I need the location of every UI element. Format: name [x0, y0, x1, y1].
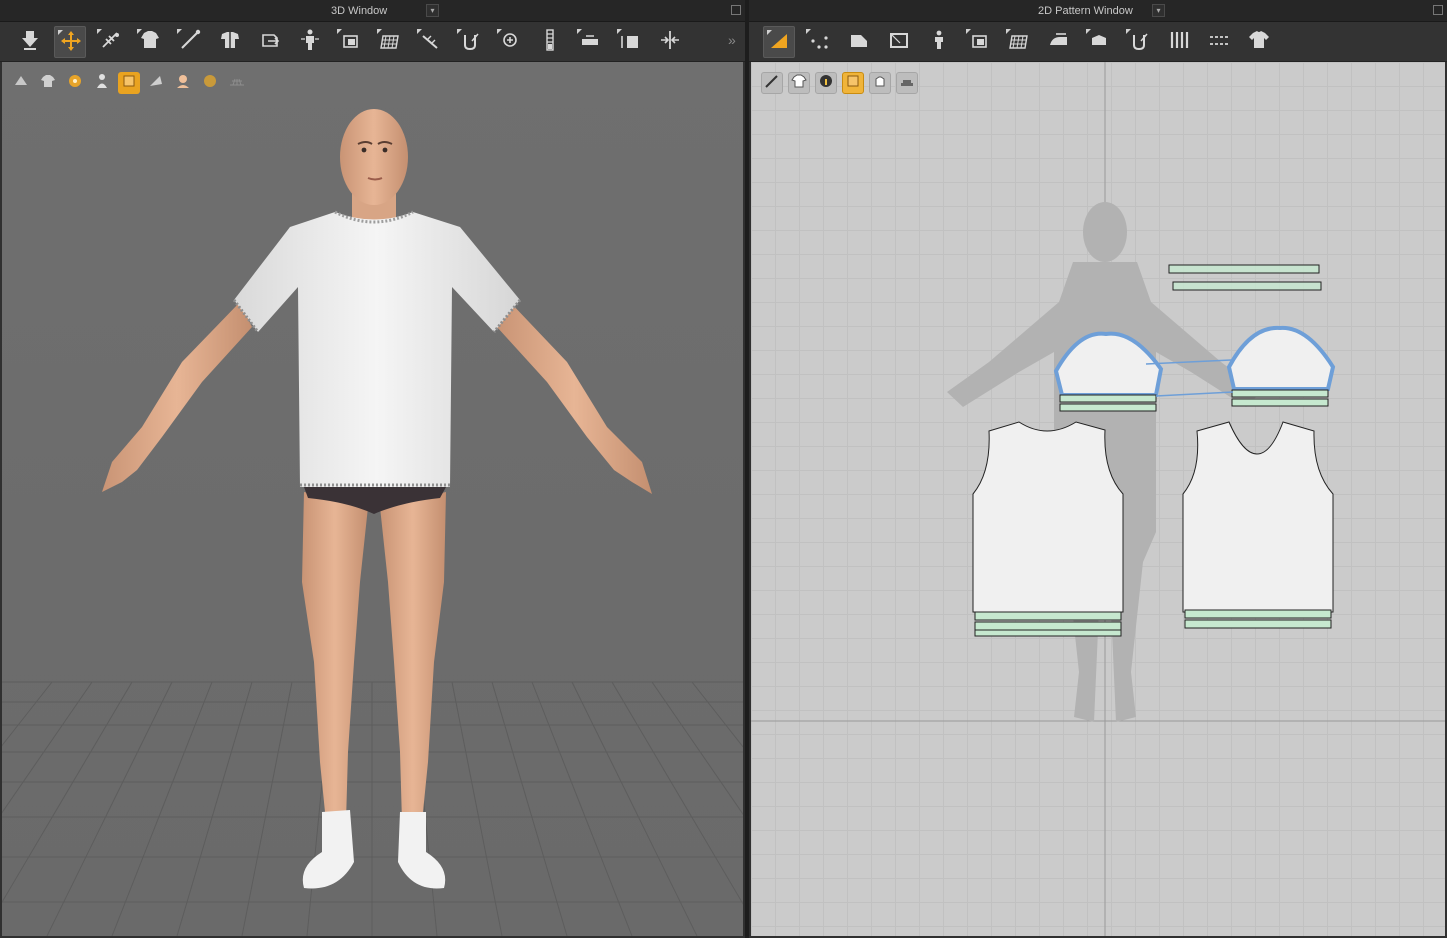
rectangle-icon [886, 27, 912, 58]
edit-points-button[interactable] [803, 26, 835, 58]
segment-sewing-button[interactable] [1083, 26, 1115, 58]
buttonhole-button[interactable] [614, 26, 646, 58]
2d-window-titlebar: 2D Pattern Window ▾ [749, 0, 1447, 22]
button-tool-button[interactable] [574, 26, 606, 58]
layer-order-button[interactable] [896, 72, 918, 94]
lighting-icon [200, 71, 220, 96]
info-icon [816, 71, 836, 96]
avatar-arrangement-icon [297, 27, 323, 58]
pattern-info-button[interactable] [815, 72, 837, 94]
zipper-icon [537, 27, 563, 58]
avatar-view-button[interactable] [10, 72, 32, 94]
arrangement-points-button[interactable] [294, 26, 326, 58]
clo-app: 3D Window ▾ » 2D Pattern Window ▾ [0, 0, 1447, 938]
fit-to-avatar-button[interactable] [334, 26, 366, 58]
avatar-view-icon [11, 71, 31, 96]
grid-pattern-2d-button[interactable] [1003, 26, 1035, 58]
chevron-down-icon[interactable]: ▾ [1152, 4, 1165, 17]
detach-window-icon[interactable] [1433, 5, 1443, 15]
3d-window-title: 3D Window [331, 5, 388, 17]
floor-toggle-button[interactable] [226, 72, 248, 94]
layer-stack-icon [897, 71, 917, 96]
polygon-icon [846, 27, 872, 58]
polygon-button[interactable] [843, 26, 875, 58]
3d-scene [2, 62, 743, 936]
3d-window-titlebar: 3D Window ▾ [0, 0, 745, 22]
2d-pattern-canvas[interactable] [751, 62, 1445, 936]
select-move-button[interactable] [54, 26, 86, 58]
select-mesh-button[interactable] [94, 26, 126, 58]
skin-display-icon [173, 71, 193, 96]
texture-sheet-icon [843, 71, 863, 96]
dart-icon [926, 27, 952, 58]
zipper-button[interactable] [534, 26, 566, 58]
gap-measure-button[interactable] [654, 26, 686, 58]
tack-on-avatar-button[interactable] [454, 26, 486, 58]
fold-tack-button[interactable] [134, 26, 166, 58]
simulate-arrow-icon [17, 27, 43, 58]
steam-iron-icon [1046, 27, 1072, 58]
show-seam-lines-button[interactable] [761, 72, 783, 94]
reset-2d-button[interactable] [254, 26, 286, 58]
garment-view-icon [38, 71, 58, 96]
fabric-render-icon [119, 71, 139, 96]
garment-outline-icon [789, 71, 809, 96]
topstitch-button[interactable] [1203, 26, 1235, 58]
simulate-button[interactable] [14, 26, 46, 58]
avatar-display-icon [92, 71, 112, 96]
back-bodice-pattern [1182, 421, 1334, 629]
dart-button[interactable] [923, 26, 955, 58]
2d-window-title: 2D Pattern Window [1038, 5, 1133, 17]
pleats-button[interactable] [1163, 26, 1195, 58]
reset-2d-icon [257, 27, 283, 58]
pleats-icon [1166, 27, 1192, 58]
avatar-display-button[interactable] [91, 72, 113, 94]
2d-view-tools [761, 72, 918, 94]
strengthen-button[interactable] [414, 26, 446, 58]
texture-view-icon [65, 71, 85, 96]
2d-toolbar [749, 22, 1447, 62]
fold-arrangement-icon [217, 27, 243, 58]
chevron-down-icon[interactable]: ▾ [426, 4, 439, 17]
grid-pattern-3d-button[interactable] [374, 26, 406, 58]
pin-button[interactable] [494, 26, 526, 58]
fold-arrangement-button[interactable] [214, 26, 246, 58]
lock-garment-icon [870, 71, 890, 96]
pattern-scene [751, 62, 1445, 936]
show-garment-button[interactable] [788, 72, 810, 94]
topstitch-icon [1206, 27, 1232, 58]
3d-viewport[interactable] [2, 62, 743, 936]
rectangle-button[interactable] [883, 26, 915, 58]
t-shirt-icon [1246, 27, 1272, 58]
shading-button[interactable] [145, 72, 167, 94]
line-measure-button[interactable] [174, 26, 206, 58]
front-bodice-pattern [972, 421, 1124, 637]
3d-window-pane: 3D Window ▾ » [0, 0, 745, 938]
detach-window-icon[interactable] [731, 5, 741, 15]
texture-display-button[interactable] [842, 72, 864, 94]
3d-view-tools [10, 72, 248, 94]
steam-button[interactable] [1043, 26, 1075, 58]
fabric-render-button[interactable] [118, 72, 140, 94]
2d-pattern-window-pane: 2D Pattern Window ▾ [749, 0, 1447, 938]
garment-view-button[interactable] [37, 72, 59, 94]
sleeve-right-pattern [1226, 325, 1336, 407]
transform-pattern-button[interactable] [763, 26, 795, 58]
lock-view-button[interactable] [869, 72, 891, 94]
gap-measure-icon [657, 27, 683, 58]
toolbar-overflow-icon[interactable]: » [728, 32, 736, 48]
3d-toolbar: » [0, 22, 745, 62]
shading-icon [146, 71, 166, 96]
free-sewing-button[interactable] [1123, 26, 1155, 58]
internal-polygon-button[interactable] [963, 26, 995, 58]
lighting-button[interactable] [199, 72, 221, 94]
floor-icon [227, 71, 247, 96]
garment-shirt-button[interactable] [1243, 26, 1275, 58]
texture-view-button[interactable] [64, 72, 86, 94]
pen-icon [762, 71, 782, 96]
skin-display-button[interactable] [172, 72, 194, 94]
